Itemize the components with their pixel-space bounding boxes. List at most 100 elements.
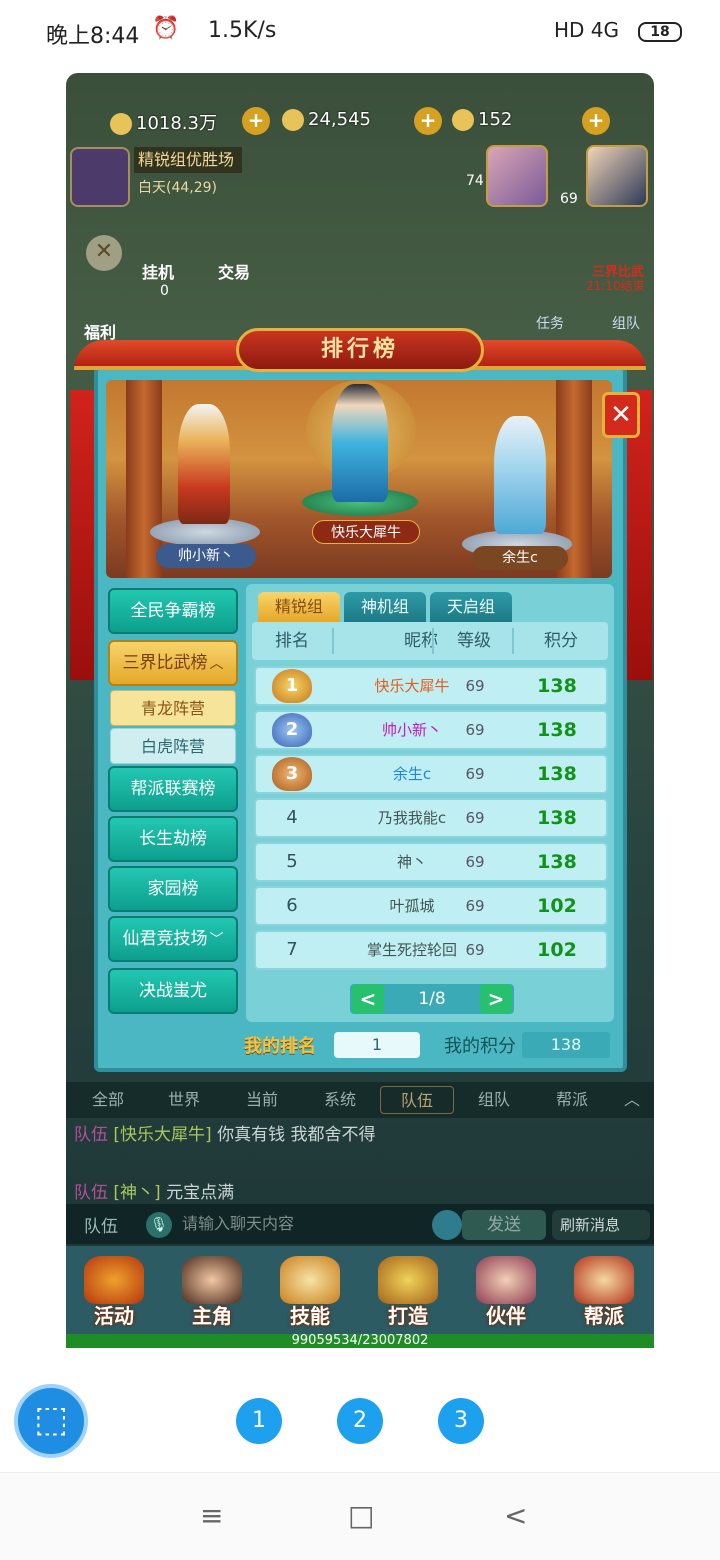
chat-tab-system[interactable]: 系统 <box>310 1086 370 1114</box>
chat-text: 元宝点满 <box>166 1183 235 1203</box>
chat-tab-team[interactable]: 队伍 <box>380 1086 454 1114</box>
menu-partners[interactable]: 伙伴 <box>466 1250 546 1330</box>
collapse-button[interactable]: ✕ <box>86 235 122 271</box>
chat-channel: 队伍 <box>74 1183 108 1203</box>
hang-button[interactable]: 挂机 <box>142 259 174 283</box>
silver-value: 1018.3万 <box>136 113 217 134</box>
hero-figure-1 <box>332 384 388 502</box>
chat-sender[interactable]: [神丶] <box>113 1183 160 1203</box>
menu-guild[interactable]: 帮派 <box>564 1250 644 1330</box>
subcategory-baihu[interactable]: 白虎阵营 <box>110 728 236 764</box>
add-ingot-button[interactable]: + <box>582 107 610 135</box>
chat-tab-group[interactable]: 组队 <box>464 1086 524 1114</box>
task-tab[interactable]: 任务 <box>536 313 564 333</box>
table-row[interactable]: 1 快乐大犀牛 69 138 <box>254 666 608 706</box>
page-dot-3[interactable]: 3 <box>438 1398 484 1444</box>
network-speed: 1.5K/s <box>208 18 277 43</box>
floating-cube-button[interactable]: ⬚ <box>14 1384 88 1458</box>
menu-label: 主角 <box>192 1304 232 1328</box>
player-score: 138 <box>537 675 577 697</box>
rank-silver-medal-icon: 2 <box>272 713 312 747</box>
chevron-up-icon[interactable]: ︿ <box>614 1086 650 1114</box>
my-score-value: 138 <box>522 1032 610 1058</box>
back-icon[interactable]: < <box>504 1499 527 1532</box>
rank-number: 5 <box>286 851 298 872</box>
menu-hero[interactable]: 主角 <box>172 1250 252 1330</box>
tab-tianqi-group[interactable]: 天启组 <box>430 592 512 622</box>
experience-text: 99059534/23007802 <box>291 1333 429 1348</box>
category-label: 帮派联赛榜 <box>130 779 216 799</box>
silver-coin-icon <box>110 113 132 135</box>
chat-tab-guild[interactable]: 帮派 <box>542 1086 602 1114</box>
hero-portrait[interactable] <box>586 145 648 207</box>
player-level: 69 <box>465 677 485 695</box>
category-chiyou[interactable]: 决战蚩尤 <box>108 968 238 1014</box>
menu-activity[interactable]: 活动 <box>74 1250 154 1330</box>
send-button[interactable]: 发送 <box>462 1210 546 1240</box>
add-gold-button[interactable]: + <box>414 107 442 135</box>
menu-forge[interactable]: 打造 <box>368 1250 448 1330</box>
tab-shenji-group[interactable]: 神机组 <box>344 592 426 622</box>
system-navbar: ≡ □ < <box>0 1472 720 1560</box>
hero-figure-3 <box>494 416 546 534</box>
page-dot-2[interactable]: 2 <box>337 1398 383 1444</box>
minimap-button[interactable] <box>70 147 130 207</box>
player-score: 138 <box>537 851 577 873</box>
menu-label: 伙伴 <box>486 1304 526 1328</box>
my-rank-value: 1 <box>334 1032 420 1058</box>
gold-coin-icon <box>282 109 304 131</box>
leaderboard-title-text: 排行榜 <box>320 337 399 362</box>
chat-message: 队伍 [快乐大犀牛] 你真有钱 我都舍不得 <box>74 1120 375 1145</box>
status-bar: 晚上8:44 ⏰ 1.5K/s HD 4G 18 <box>0 0 720 64</box>
menu-icon[interactable]: ≡ <box>200 1499 223 1532</box>
table-row[interactable]: 4 乃我我能c 69 138 <box>254 798 608 838</box>
close-button[interactable]: ✕ <box>602 392 640 438</box>
category-label: 决战蚩尤 <box>139 981 207 1001</box>
table-row[interactable]: 2 帅小新丶 69 138 <box>254 710 608 750</box>
menu-skill[interactable]: 技能 <box>270 1250 350 1330</box>
chat-channel-selector[interactable]: 队伍 <box>84 1212 118 1237</box>
pet-portrait[interactable] <box>486 145 548 207</box>
trade-button[interactable]: 交易 <box>218 259 250 283</box>
leaderboard-title: 排行榜 <box>236 328 484 372</box>
chat-tab-all[interactable]: 全部 <box>78 1086 138 1114</box>
ingot-icon <box>452 109 474 131</box>
refresh-messages-button[interactable]: 刷新消息 <box>552 1210 650 1240</box>
chat-tab-world[interactable]: 世界 <box>154 1086 214 1114</box>
cube-icon: ⬚ <box>33 1399 68 1440</box>
map-title: 精锐组优胜场 <box>134 147 242 173</box>
menu-label: 帮派 <box>584 1304 624 1328</box>
status-time: 晚上8:44 <box>46 24 140 49</box>
home-icon[interactable]: □ <box>348 1499 374 1532</box>
emoji-icon[interactable] <box>432 1210 462 1240</box>
prev-page-button[interactable]: < <box>352 984 384 1014</box>
player-level: 69 <box>465 941 485 959</box>
chat-tab-current[interactable]: 当前 <box>232 1086 292 1114</box>
pillar <box>126 380 162 578</box>
rank-number: 6 <box>286 895 298 916</box>
category-all-compete[interactable]: 全民争霸榜 <box>108 588 238 634</box>
microphone-icon[interactable]: 🎙 <box>146 1212 172 1238</box>
category-sanjie[interactable]: 三界比武榜 ︿ <box>108 640 238 686</box>
table-row[interactable]: 6 叶孤城 69 102 <box>254 886 608 926</box>
rank-number: 7 <box>286 939 298 960</box>
add-silver-button[interactable]: + <box>242 107 270 135</box>
table-row[interactable]: 3 余生c 69 138 <box>254 754 608 794</box>
subcategory-qinglong[interactable]: 青龙阵营 <box>110 690 236 726</box>
page-dot-1[interactable]: 1 <box>236 1398 282 1444</box>
chat-sender[interactable]: [快乐大犀牛] <box>113 1125 211 1145</box>
category-guild-league[interactable]: 帮派联赛榜 <box>108 766 238 812</box>
chevron-up-icon: ︿ <box>209 656 224 672</box>
my-score-label: 我的积分 <box>444 1036 516 1057</box>
category-home[interactable]: 家园榜 <box>108 866 238 912</box>
signal-icon: HD 4G <box>554 18 620 42</box>
ranking-header: 排名 昵称 等级 积分 <box>252 622 608 660</box>
category-arena[interactable]: 仙君竞技场 ﹀ <box>108 916 238 962</box>
next-page-button[interactable]: > <box>480 984 512 1014</box>
team-tab[interactable]: 组队 <box>612 313 640 333</box>
category-changsheng[interactable]: 长生劫榜 <box>108 816 238 862</box>
table-row[interactable]: 5 神丶 69 138 <box>254 842 608 882</box>
tab-elite-group[interactable]: 精锐组 <box>258 592 340 622</box>
table-row[interactable]: 7 掌生死控轮回 69 102 <box>254 930 608 970</box>
experience-bar: 99059534/23007802 <box>66 1334 654 1348</box>
